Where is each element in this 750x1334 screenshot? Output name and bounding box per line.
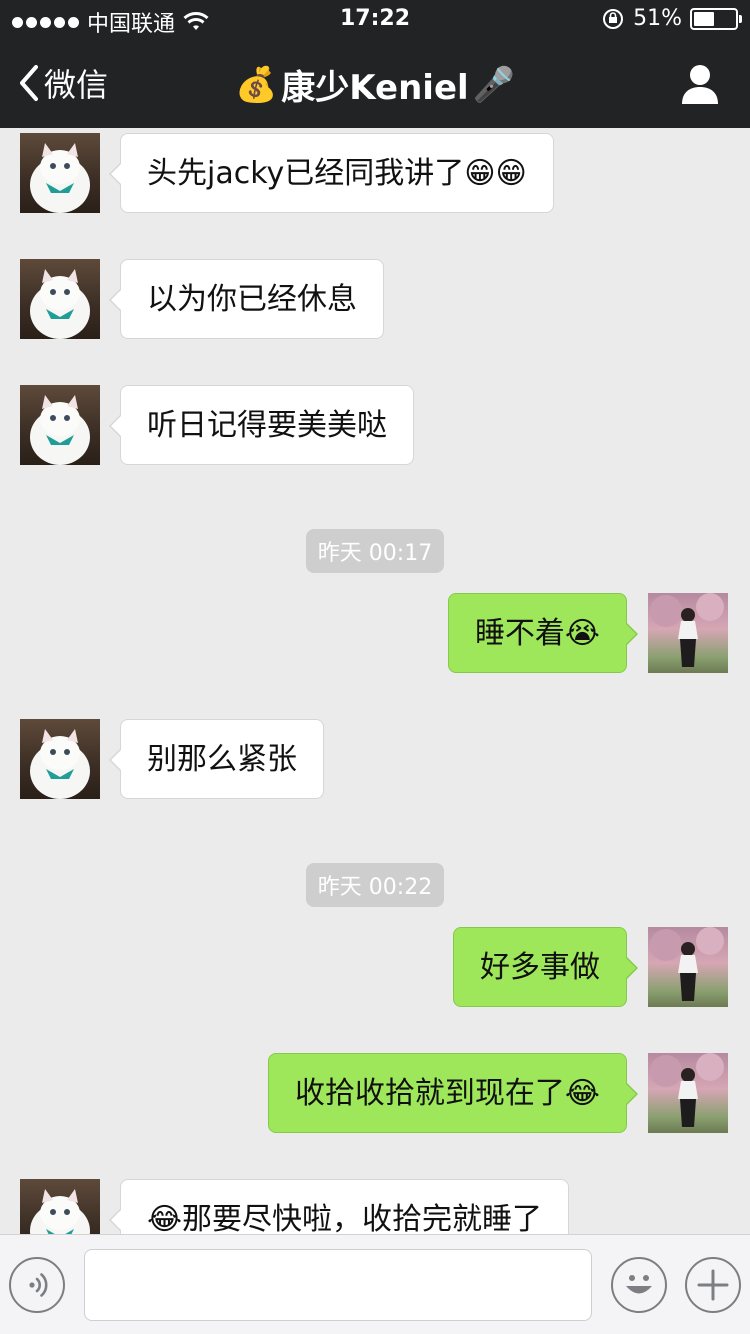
emoji-icon <box>626 1275 652 1294</box>
money-bag-icon: 💰 <box>234 64 278 105</box>
contact-name: 康少Keniel <box>281 68 469 108</box>
chat-title: 💰 康少Keniel 🎤 <box>0 60 750 109</box>
message-bubble-incoming[interactable]: 别那么紧张 <box>109 719 324 799</box>
voice-icon <box>29 1273 48 1297</box>
rotation-lock-icon <box>603 8 624 29</box>
plus-icon <box>697 1269 729 1301</box>
girl-avatar[interactable] <box>648 927 728 1007</box>
cat-avatar[interactable] <box>20 259 100 339</box>
cat-avatar[interactable] <box>20 1179 100 1234</box>
message-bubble-incoming[interactable]: 以为你已经休息 <box>109 259 384 339</box>
message-bubble-incoming[interactable]: 😂那要尽快啦，收拾完就睡了 <box>108 1179 570 1234</box>
girl-avatar[interactable] <box>648 1053 728 1133</box>
cat-avatar[interactable] <box>20 385 100 465</box>
plus-button[interactable] <box>685 1257 741 1313</box>
nav-bar: 微信 💰 康少Keniel 🎤 <box>0 40 750 128</box>
timestamp-divider: 昨天 00:17 <box>0 529 750 573</box>
message-bubble-outgoing[interactable]: 收拾收拾就到现在了😂 <box>267 1053 639 1133</box>
girl-avatar[interactable] <box>648 593 728 673</box>
chat-area[interactable]: 头先jacky已经同我讲了😁😁 以为你已经休息 听日记得要美美哒 昨天 00:1… <box>0 128 750 1234</box>
message-bubble-outgoing[interactable]: 好多事做 <box>453 927 638 1007</box>
status-bar: 中国联通 17:22 51% <box>0 0 750 40</box>
person-icon[interactable] <box>680 62 720 106</box>
battery-fill <box>694 11 715 26</box>
message-input[interactable] <box>84 1249 592 1321</box>
battery-icon <box>690 7 742 30</box>
message-bubble-outgoing[interactable]: 睡不着😭 <box>447 593 639 673</box>
timestamp-label: 昨天 00:17 <box>305 529 445 573</box>
battery-percent: 51% <box>633 6 682 31</box>
cat-avatar[interactable] <box>20 133 100 213</box>
message-bubble-incoming[interactable]: 听日记得要美美哒 <box>109 385 414 465</box>
message-bubble-incoming[interactable]: 头先jacky已经同我讲了😁😁 <box>109 133 554 213</box>
emoji-button[interactable] <box>611 1257 667 1313</box>
cat-avatar[interactable] <box>20 719 100 799</box>
input-bar <box>0 1234 750 1334</box>
timestamp-divider: 昨天 00:22 <box>0 863 750 907</box>
timestamp-label: 昨天 00:22 <box>305 863 445 907</box>
status-right: 51% <box>601 6 742 31</box>
microphone-icon: 🎤 <box>472 64 516 105</box>
voice-button[interactable] <box>9 1257 65 1313</box>
